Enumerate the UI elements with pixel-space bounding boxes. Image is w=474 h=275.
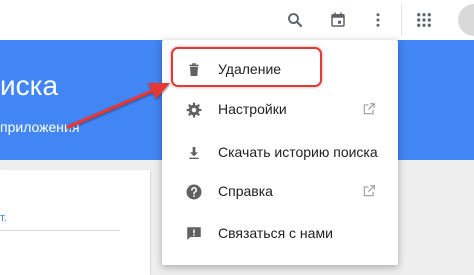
menu-item-label: Связаться с нами (218, 225, 333, 241)
download-icon (184, 143, 204, 163)
menu-item-label: Справка (218, 183, 273, 199)
menu-item-settings[interactable]: Настройки (162, 90, 398, 130)
help-icon (184, 182, 204, 202)
menu-item-label: Удаление (218, 61, 282, 77)
overflow-menu: Удаление Настройки Скачать историю поиск… (162, 40, 398, 265)
apps-grid-icon[interactable] (414, 10, 434, 30)
gear-icon (184, 100, 204, 120)
feedback-icon (184, 224, 204, 244)
menu-item-contact-us[interactable]: Связаться с нами (162, 214, 398, 254)
menu-item-delete[interactable]: Удаление (162, 50, 398, 90)
content-divider (0, 230, 120, 231)
menu-item-download-history[interactable]: Скачать историю поиска (162, 133, 398, 173)
menu-item-label: Настройки (218, 101, 287, 117)
account-avatar[interactable] (458, 4, 474, 36)
search-icon[interactable] (285, 10, 305, 30)
top-app-bar (0, 0, 474, 40)
trash-icon (184, 60, 204, 80)
more-vert-icon[interactable] (368, 10, 388, 30)
page-subtitle: приложения (0, 119, 80, 135)
open-in-new-icon (362, 102, 378, 118)
card-link-text[interactable]: т. (0, 212, 7, 224)
toolbar-divider (401, 4, 402, 36)
menu-item-help[interactable]: Справка (162, 172, 398, 212)
calendar-icon[interactable] (328, 10, 348, 30)
menu-item-label: Скачать историю поиска (218, 144, 378, 160)
open-in-new-icon (362, 184, 378, 200)
page-title: иска (0, 70, 59, 101)
content-card: т. (0, 170, 150, 275)
